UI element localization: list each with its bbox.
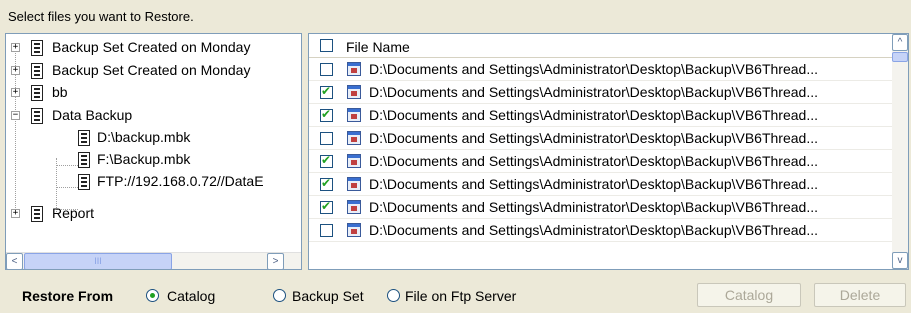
catalog-icon <box>78 174 90 190</box>
catalog-button[interactable]: Catalog <box>697 283 801 307</box>
tree-item-label: FTP://192.168.0.72//DataE <box>97 173 264 189</box>
backup-set-icon <box>31 63 43 79</box>
tree-item-label: D:\backup.mbk <box>97 129 191 145</box>
file-name: D:\Documents and Settings\Administrator\… <box>369 84 818 100</box>
tree-item-label: Backup Set Created on Monday <box>52 62 251 78</box>
backup-tree[interactable]: + Backup Set Created on Monday + Backup … <box>5 33 302 270</box>
tree-item-label: Backup Set Created on Monday <box>52 39 251 55</box>
restore-backup-set-radio[interactable] <box>273 289 286 302</box>
expand-icon[interactable]: + <box>11 88 20 97</box>
restore-from-label: Restore From <box>22 288 114 304</box>
tree-item-f-backup[interactable]: F:\Backup.mbk <box>6 149 301 171</box>
collapse-icon[interactable]: − <box>11 111 20 120</box>
file-checkbox[interactable] <box>320 132 333 145</box>
scroll-up-button[interactable]: ^ <box>892 34 908 51</box>
file-row[interactable]: D:\Documents and Settings\Administrator\… <box>309 196 893 219</box>
file-row[interactable]: D:\Documents and Settings\Administrator\… <box>309 173 893 196</box>
file-checkbox[interactable] <box>320 199 333 214</box>
tree-item-label: bb <box>52 84 68 100</box>
backup-set-icon <box>31 40 43 56</box>
expand-icon[interactable]: + <box>11 209 20 218</box>
file-checkbox[interactable] <box>320 107 333 122</box>
restore-catalog-radio[interactable] <box>146 289 159 302</box>
file-icon <box>347 154 361 168</box>
file-checkbox[interactable] <box>320 153 333 168</box>
scroll-down-button[interactable]: v <box>892 252 908 269</box>
file-name: D:\Documents and Settings\Administrator\… <box>369 107 818 123</box>
instruction-text: Select files you want to Restore. <box>8 9 194 24</box>
tree-item-backup-set-1[interactable]: + Backup Set Created on Monday <box>6 37 301 59</box>
file-checkbox[interactable] <box>320 63 333 76</box>
restore-backup-set-label[interactable]: Backup Set <box>292 288 364 304</box>
file-row[interactable]: D:\Documents and Settings\Administrator\… <box>309 104 893 127</box>
tree-item-report[interactable]: + Report <box>6 203 301 225</box>
restore-ftp-label[interactable]: File on Ftp Server <box>405 288 516 304</box>
backup-set-icon <box>31 108 43 124</box>
file-name-column-header[interactable]: File Name <box>346 39 410 55</box>
tree-item-ftp[interactable]: FTP://192.168.0.72//DataE <box>6 171 301 193</box>
expand-icon[interactable]: + <box>11 43 20 52</box>
expand-icon[interactable]: + <box>11 66 20 75</box>
file-icon <box>347 108 361 122</box>
file-icon <box>347 223 361 237</box>
tree-item-backup-set-2[interactable]: + Backup Set Created on Monday <box>6 60 301 82</box>
file-checkbox[interactable] <box>320 84 333 99</box>
file-row[interactable]: D:\Documents and Settings\Administrator\… <box>309 81 893 104</box>
file-icon <box>347 85 361 99</box>
file-icon <box>347 62 361 76</box>
file-name: D:\Documents and Settings\Administrator\… <box>369 199 818 215</box>
tree-item-data-backup[interactable]: − Data Backup <box>6 105 301 127</box>
delete-button[interactable]: Delete <box>814 283 906 307</box>
file-row[interactable]: D:\Documents and Settings\Administrator\… <box>309 58 893 81</box>
file-checkbox[interactable] <box>320 176 333 191</box>
tree-item-bb[interactable]: + bb <box>6 82 301 104</box>
scroll-thumb[interactable]: III <box>24 253 172 269</box>
scroll-left-button[interactable]: < <box>6 253 23 269</box>
file-name: D:\Documents and Settings\Administrator\… <box>369 61 818 77</box>
restore-ftp-radio[interactable] <box>387 289 400 302</box>
catalog-icon <box>78 152 90 168</box>
tree-item-label: F:\Backup.mbk <box>97 151 191 167</box>
file-name: D:\Documents and Settings\Administrator\… <box>369 222 818 238</box>
file-row[interactable]: D:\Documents and Settings\Administrator\… <box>309 219 893 242</box>
file-icon <box>347 200 361 214</box>
file-list-header: File Name <box>309 34 893 58</box>
scroll-right-button[interactable]: > <box>267 253 284 269</box>
file-list-vertical-scrollbar[interactable]: ^ v <box>892 34 908 269</box>
tree-item-label: Data Backup <box>52 107 133 123</box>
catalog-icon <box>78 130 90 146</box>
file-row[interactable]: D:\Documents and Settings\Administrator\… <box>309 150 893 173</box>
file-row[interactable]: D:\Documents and Settings\Administrator\… <box>309 127 893 150</box>
backup-set-icon <box>31 85 43 101</box>
tree-item-label: Report <box>52 205 95 221</box>
file-icon <box>347 131 361 145</box>
file-checkbox[interactable] <box>320 224 333 237</box>
file-name: D:\Documents and Settings\Administrator\… <box>369 130 818 146</box>
tree-item-d-backup[interactable]: D:\backup.mbk <box>6 127 301 149</box>
file-icon <box>347 177 361 191</box>
file-name: D:\Documents and Settings\Administrator\… <box>369 153 818 169</box>
restore-catalog-label[interactable]: Catalog <box>167 288 215 304</box>
select-all-checkbox[interactable] <box>320 39 333 52</box>
file-list[interactable]: File Name D:\Documents and Settings\Admi… <box>308 33 909 270</box>
tree-horizontal-scrollbar[interactable]: < III > <box>6 252 301 269</box>
backup-set-icon <box>31 206 43 222</box>
scroll-thumb[interactable] <box>892 52 908 62</box>
file-name: D:\Documents and Settings\Administrator\… <box>369 176 818 192</box>
